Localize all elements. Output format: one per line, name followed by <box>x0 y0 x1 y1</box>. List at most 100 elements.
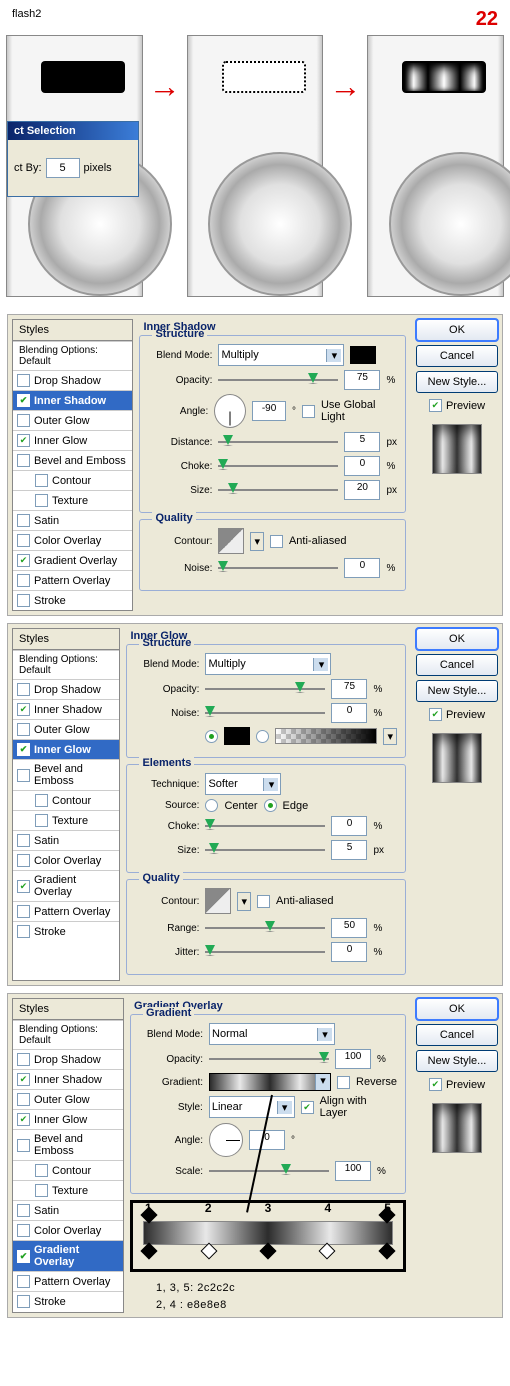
new-style-button[interactable]: New Style... <box>416 680 498 702</box>
style-checkbox[interactable] <box>17 1053 30 1066</box>
size-input[interactable]: 5 <box>331 840 367 860</box>
source-center-radio[interactable] <box>205 799 218 812</box>
style-item-drop-shadow[interactable]: Drop Shadow <box>13 679 119 699</box>
style-checkbox[interactable] <box>17 1113 30 1126</box>
preview-checkbox[interactable] <box>429 399 442 412</box>
global-light-checkbox[interactable] <box>302 405 315 418</box>
style-checkbox[interactable] <box>35 474 48 487</box>
style-item-gradient-overlay[interactable]: Gradient Overlay <box>13 1240 123 1271</box>
choke-input[interactable]: 0 <box>331 816 367 836</box>
color-stop[interactable] <box>319 1243 336 1260</box>
source-edge-radio[interactable] <box>264 799 277 812</box>
jitter-input[interactable]: 0 <box>331 942 367 962</box>
style-item-gradient-overlay[interactable]: Gradient Overlay <box>13 870 119 901</box>
style-checkbox[interactable] <box>17 905 30 918</box>
style-checkbox[interactable] <box>17 1139 30 1152</box>
blending-options[interactable]: Blending Options: Default <box>13 650 119 679</box>
style-checkbox[interactable] <box>17 1224 30 1237</box>
technique-select[interactable]: Softer▾ <box>205 773 281 795</box>
style-checkbox[interactable] <box>35 1164 48 1177</box>
style-item-color-overlay[interactable]: Color Overlay <box>13 1220 123 1240</box>
distance-slider[interactable] <box>218 435 338 449</box>
style-item-satin[interactable]: Satin <box>13 1200 123 1220</box>
style-checkbox[interactable] <box>17 854 30 867</box>
style-checkbox[interactable] <box>17 454 30 467</box>
style-item-outer-glow[interactable]: Outer Glow <box>13 1089 123 1109</box>
gradient-radio[interactable] <box>256 730 269 743</box>
ok-button[interactable]: OK <box>416 319 498 341</box>
range-slider[interactable] <box>205 921 325 935</box>
style-item-inner-shadow[interactable]: Inner Shadow <box>13 699 119 719</box>
style-item-texture[interactable]: Texture <box>13 810 119 830</box>
style-checkbox[interactable] <box>35 814 48 827</box>
style-item-bevel-and-emboss[interactable]: Bevel and Emboss <box>13 759 119 790</box>
scale-slider[interactable] <box>209 1164 329 1178</box>
style-checkbox[interactable] <box>17 1093 30 1106</box>
style-checkbox[interactable] <box>17 554 30 567</box>
style-item-color-overlay[interactable]: Color Overlay <box>13 850 119 870</box>
noise-input[interactable]: 0 <box>344 558 380 578</box>
opacity-input[interactable]: 100 <box>335 1049 371 1069</box>
style-item-outer-glow[interactable]: Outer Glow <box>13 719 119 739</box>
style-item-bevel-and-emboss[interactable]: Bevel and Emboss <box>13 450 132 470</box>
style-item-texture[interactable]: Texture <box>13 490 132 510</box>
solid-color-radio[interactable] <box>205 730 218 743</box>
reverse-checkbox[interactable] <box>337 1076 350 1089</box>
style-item-stroke[interactable]: Stroke <box>13 1291 123 1311</box>
style-checkbox[interactable] <box>17 743 30 756</box>
style-item-pattern-overlay[interactable]: Pattern Overlay <box>13 901 119 921</box>
distance-input[interactable]: 5 <box>344 432 380 452</box>
style-checkbox[interactable] <box>17 1204 30 1217</box>
opacity-slider[interactable] <box>205 682 325 696</box>
new-style-button[interactable]: New Style... <box>416 371 498 393</box>
ok-button[interactable]: OK <box>416 998 498 1020</box>
opacity-stop[interactable] <box>379 1207 396 1224</box>
style-item-drop-shadow[interactable]: Drop Shadow <box>13 1049 123 1069</box>
style-item-color-overlay[interactable]: Color Overlay <box>13 530 132 550</box>
glow-color-swatch[interactable] <box>224 727 250 745</box>
style-checkbox[interactable] <box>17 374 30 387</box>
style-item-inner-shadow[interactable]: Inner Shadow <box>13 390 132 410</box>
glow-gradient-picker[interactable] <box>275 728 377 744</box>
contract-by-input[interactable] <box>46 158 80 178</box>
angle-input[interactable]: -90 <box>252 401 286 421</box>
choke-input[interactable]: 0 <box>344 456 380 476</box>
style-checkbox[interactable] <box>17 683 30 696</box>
style-item-contour[interactable]: Contour <box>13 1160 123 1180</box>
style-checkbox[interactable] <box>17 534 30 547</box>
anti-aliased-checkbox[interactable] <box>270 535 283 548</box>
angle-dial[interactable] <box>209 1123 243 1157</box>
style-checkbox[interactable] <box>17 723 30 736</box>
align-checkbox[interactable] <box>301 1101 314 1114</box>
style-item-texture[interactable]: Texture <box>13 1180 123 1200</box>
style-checkbox[interactable] <box>35 1184 48 1197</box>
color-stop[interactable] <box>141 1243 158 1260</box>
shadow-color-swatch[interactable] <box>350 346 376 364</box>
style-checkbox[interactable] <box>17 1250 30 1263</box>
color-stop[interactable] <box>260 1243 277 1260</box>
style-item-inner-glow[interactable]: Inner Glow <box>13 430 132 450</box>
choke-slider[interactable] <box>205 819 325 833</box>
style-checkbox[interactable] <box>17 514 30 527</box>
range-input[interactable]: 50 <box>331 918 367 938</box>
style-item-pattern-overlay[interactable]: Pattern Overlay <box>13 570 132 590</box>
chevron-down-icon[interactable]: ▾ <box>237 892 251 911</box>
opacity-input[interactable]: 75 <box>331 679 367 699</box>
style-checkbox[interactable] <box>17 1073 30 1086</box>
jitter-slider[interactable] <box>205 945 325 959</box>
chevron-down-icon[interactable]: ▾ <box>383 728 397 745</box>
style-item-bevel-and-emboss[interactable]: Bevel and Emboss <box>13 1129 123 1160</box>
style-checkbox[interactable] <box>17 594 30 607</box>
color-stop[interactable] <box>200 1243 217 1260</box>
style-item-drop-shadow[interactable]: Drop Shadow <box>13 370 132 390</box>
chevron-down-icon[interactable]: ▾ <box>250 532 264 551</box>
style-item-gradient-overlay[interactable]: Gradient Overlay <box>13 550 132 570</box>
anti-aliased-checkbox[interactable] <box>257 895 270 908</box>
blend-mode-select[interactable]: Normal▾ <box>209 1023 335 1045</box>
style-item-stroke[interactable]: Stroke <box>13 921 119 941</box>
style-item-outer-glow[interactable]: Outer Glow <box>13 410 132 430</box>
angle-input[interactable]: 0 <box>249 1130 285 1150</box>
style-item-contour[interactable]: Contour <box>13 470 132 490</box>
style-checkbox[interactable] <box>17 834 30 847</box>
ok-button[interactable]: OK <box>416 628 498 650</box>
